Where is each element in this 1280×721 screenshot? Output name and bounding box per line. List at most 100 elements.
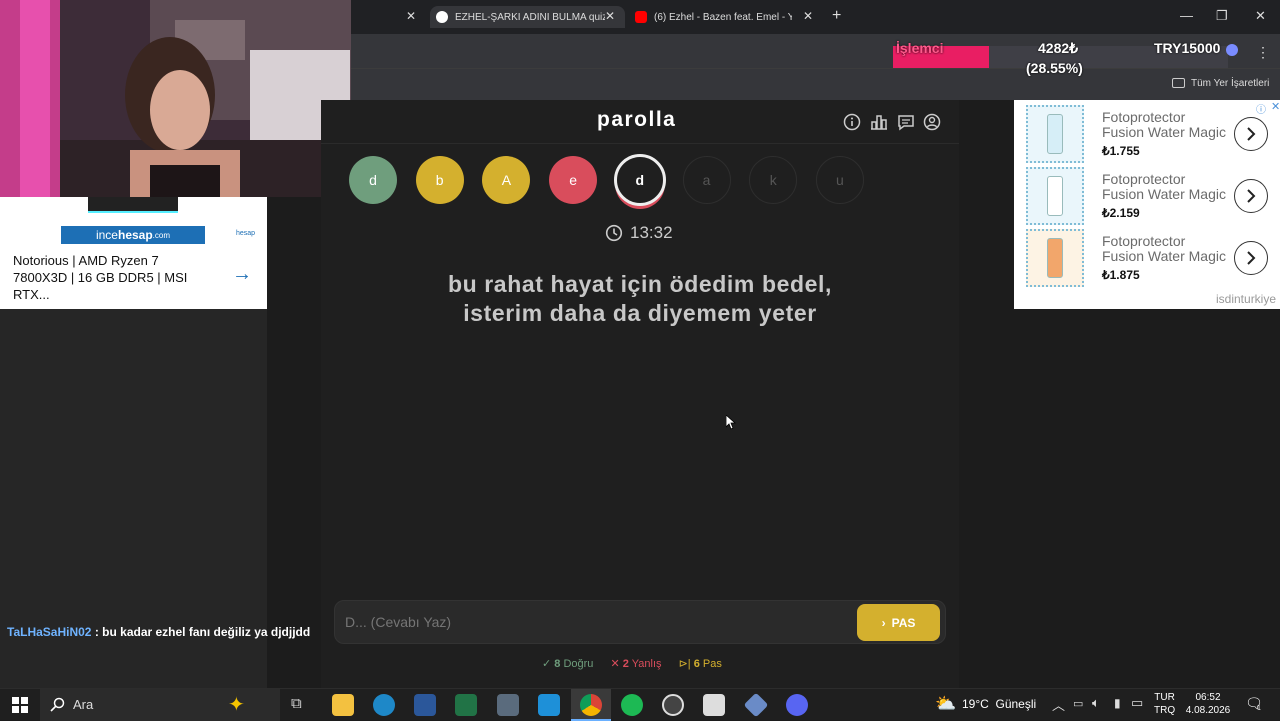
language-indicator[interactable]: TUR TRQ	[1154, 691, 1175, 717]
weather-text[interactable]: 19°C Güneşli	[962, 697, 1036, 711]
cross-icon: ✕	[610, 658, 620, 670]
donation-amount: 4282₺	[1038, 40, 1079, 56]
logo-suffix: .com	[152, 230, 171, 240]
check-icon: ✓	[542, 658, 552, 670]
letter-wrong: e	[549, 156, 598, 204]
bottle-image	[1047, 114, 1063, 154]
donation-percent: (28.55%)	[1026, 60, 1083, 76]
product-image	[1026, 229, 1084, 287]
maximize-icon[interactable]: ❐	[1216, 8, 1228, 24]
tab-youtube[interactable]: (6) Ezhel - Bazen feat. Emel - YouTube	[635, 6, 795, 28]
letter-current: d	[613, 154, 666, 206]
time: 06:52	[1195, 692, 1221, 703]
page-gutter	[959, 100, 1014, 688]
mic-icon[interactable]: ▮	[1114, 696, 1121, 710]
new-tab-button[interactable]: +	[832, 7, 841, 25]
file-explorer-icon[interactable]	[332, 694, 354, 716]
ad-text: Notorious | AMD Ryzen 7 7800X3D | 16 GB …	[13, 253, 188, 302]
calculator-icon[interactable]	[497, 694, 519, 716]
chat-message: TaLHaSaHiN02 : bu kadar ezhel fanı değil…	[7, 625, 310, 639]
excel-icon[interactable]	[455, 694, 477, 716]
clock-icon	[605, 224, 623, 242]
close-tab-icon[interactable]: ✕	[605, 9, 615, 23]
edge-icon[interactable]	[373, 694, 395, 716]
product-item[interactable]: Fotoprotector Fusion Water Magic Glow...…	[1014, 227, 1280, 289]
product-item[interactable]: Fotoprotector Fusion Water Magic Spf50..…	[1014, 103, 1280, 165]
chrome-taskbar-active[interactable]	[571, 689, 611, 721]
game-title: parolla	[597, 108, 677, 131]
bits-icon	[1226, 44, 1238, 56]
app-icon[interactable]	[743, 692, 769, 718]
volume-icon[interactable]: 🔈︎	[1092, 695, 1100, 711]
chevron-right-icon: ›	[881, 615, 886, 630]
user-icon[interactable]	[923, 113, 941, 131]
taskbar-search[interactable]: Ara ✦	[40, 689, 280, 721]
close-tab-icon[interactable]: ✕	[803, 9, 813, 23]
minimize-icon[interactable]: —	[1180, 8, 1193, 23]
obs-icon[interactable]	[662, 694, 684, 716]
donation-goal: TRY15000	[1154, 40, 1221, 56]
product-list: Fotoprotector Fusion Water Magic Spf50..…	[1014, 103, 1280, 289]
pass-button[interactable]: › PAS	[857, 604, 940, 641]
letter-pending: a	[682, 156, 731, 204]
ad-footer: isdinturkiye	[1216, 292, 1277, 306]
notification-count: 1	[1257, 705, 1261, 712]
search-icon	[50, 697, 65, 712]
product-info: Fotoprotector Fusion Water Magic Glow...…	[1102, 234, 1228, 282]
search-label: Ara	[73, 697, 94, 712]
close-window-icon[interactable]: ✕	[1255, 8, 1266, 24]
clock[interactable]: 06:52 4.08.2026	[1183, 691, 1233, 717]
logo-main: hesap	[117, 228, 153, 242]
chat-text: : bu kadar ezhel fanı değiliz ya djdjjdd	[94, 625, 311, 639]
question-line: isterim daha da diyemem yeter	[463, 300, 817, 326]
close-tab-icon[interactable]: ✕	[406, 9, 416, 23]
chevron-right-icon[interactable]	[1234, 241, 1268, 275]
folder-icon	[1172, 78, 1185, 88]
arrow-right-icon[interactable]: →	[232, 263, 252, 286]
answer-input[interactable]	[345, 609, 845, 635]
product-image	[1026, 105, 1084, 163]
battery-icon[interactable]: ▭	[1073, 697, 1083, 710]
right-advertisement[interactable]: ⓘ ✕ Fotoprotector Fusion Water Magic Spf…	[1014, 100, 1280, 309]
discord-icon[interactable]	[786, 694, 808, 716]
info-icon[interactable]	[843, 113, 861, 131]
product-item[interactable]: Fotoprotector Fusion Water Magic Repair.…	[1014, 165, 1280, 227]
left-advertisement[interactable]: ince hesap .com hesap Notorious | AMD Ryze…	[0, 197, 267, 309]
bottle-image	[1047, 238, 1063, 278]
bottle-image	[1047, 176, 1063, 216]
webcam-feed	[0, 0, 351, 197]
all-bookmarks-link[interactable]: Tüm Yer İşaretleri	[1191, 78, 1269, 89]
tab-parolla[interactable]: EZHEL-ŞARKI ADINI BULMA quiz	[430, 6, 625, 28]
windows-start-icon[interactable]	[12, 697, 28, 713]
product-info: Fotoprotector Fusion Water Magic Spf50..…	[1102, 110, 1228, 158]
lang-top: TUR	[1154, 692, 1175, 703]
chrome-icon	[580, 694, 602, 716]
cursor-icon	[726, 415, 736, 430]
sparkle-icon: ✦	[228, 694, 245, 716]
tab-title: EZHEL-ŞARKI ADINI BULMA quiz	[455, 11, 605, 23]
app-icon[interactable]	[703, 694, 725, 716]
product-image	[1026, 167, 1084, 225]
tab-title: (6) Ezhel - Bazen feat. Emel - YouTube	[654, 11, 792, 23]
task-view-icon[interactable]: ⧉	[291, 695, 302, 712]
chevron-right-icon[interactable]	[1234, 179, 1268, 213]
chevron-right-icon[interactable]	[1234, 117, 1268, 151]
score-stats: ✓ 8 Doğru ✕ 2 Yanlış ⊳| 6 Pas	[542, 657, 722, 670]
product-image	[88, 197, 178, 213]
product-price: ₺1.875	[1102, 268, 1140, 282]
answer-field-container	[334, 600, 946, 644]
letter-pass: b	[415, 156, 464, 204]
spotify-icon[interactable]	[621, 694, 643, 716]
windows-taskbar: Ara ✦ ⧉ ⛅ 19°C Güneşli ︿ ▭ 🔈︎ ▮ ▭ TUR TR…	[0, 688, 1280, 721]
comment-icon[interactable]	[897, 113, 915, 131]
product-name: Fotoprotector Fusion Water Magic Spf50..…	[1102, 110, 1226, 142]
network-icon[interactable]: ▭	[1131, 695, 1143, 711]
tray-chevron-icon[interactable]: ︿	[1052, 695, 1065, 714]
word-icon[interactable]	[414, 694, 436, 716]
small-logo-badge: hesap	[236, 230, 256, 237]
store-icon[interactable]	[538, 694, 560, 716]
stats-icon[interactable]	[870, 113, 888, 131]
correct-label: Doğru	[563, 658, 594, 670]
menu-icon[interactable]: ⋮	[1256, 44, 1270, 61]
product-name: Fotoprotector Fusion Water Magic Glow...	[1102, 234, 1226, 266]
